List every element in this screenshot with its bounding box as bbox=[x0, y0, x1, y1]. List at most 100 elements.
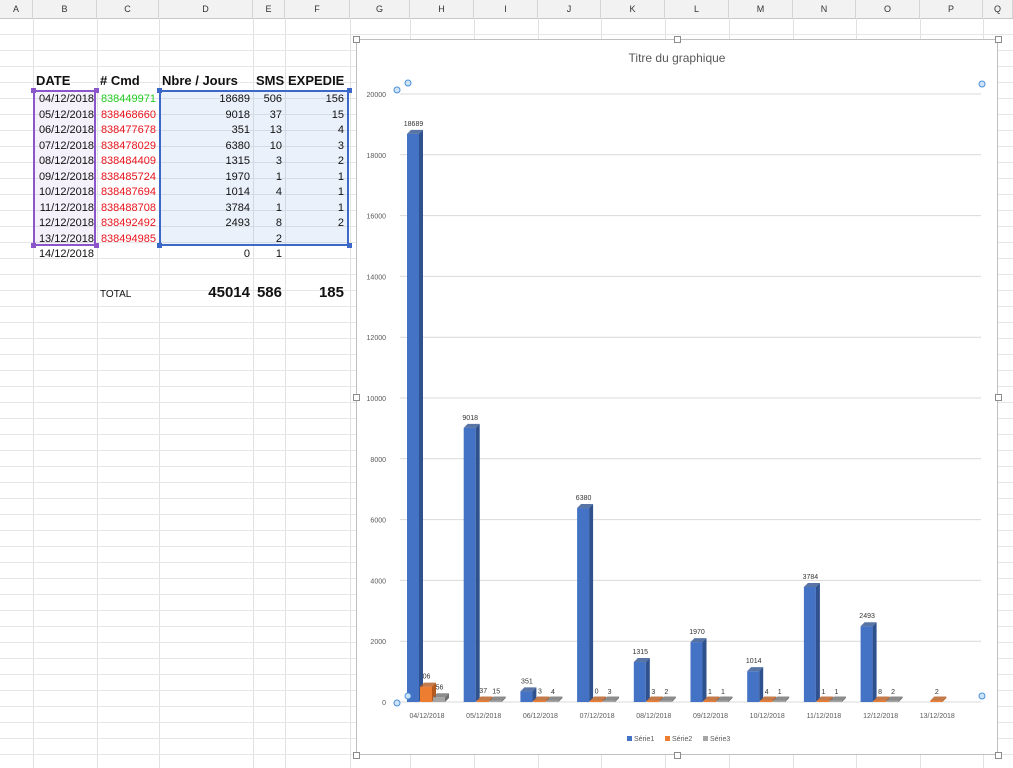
bar-série3[interactable] bbox=[716, 700, 729, 703]
cell-date[interactable]: 11/12/2018 bbox=[33, 200, 97, 216]
selection-handle[interactable] bbox=[31, 243, 36, 248]
cell-expedie[interactable] bbox=[285, 231, 347, 247]
chart-resize-handle[interactable] bbox=[995, 36, 1002, 43]
header-nbre-jours[interactable]: Nbre / Jours bbox=[159, 73, 256, 89]
column-header-f[interactable]: F bbox=[285, 0, 350, 18]
bar-série1[interactable] bbox=[633, 662, 646, 702]
total-label[interactable]: TOTAL bbox=[97, 286, 159, 304]
cell-sms[interactable]: 1 bbox=[253, 246, 285, 262]
total-expedie[interactable]: 185 bbox=[285, 283, 347, 303]
chart-resize-handle[interactable] bbox=[674, 36, 681, 43]
bar-série1[interactable] bbox=[690, 642, 703, 702]
bar-série3[interactable] bbox=[659, 700, 672, 703]
cell-expedie[interactable]: 4 bbox=[285, 122, 347, 138]
header-cmd[interactable]: # Cmd bbox=[97, 73, 159, 89]
selection-handle[interactable] bbox=[347, 88, 352, 93]
cell-cmd[interactable]: 838477678 bbox=[97, 122, 159, 138]
cell-expedie[interactable] bbox=[285, 246, 347, 262]
cell-expedie[interactable]: 1 bbox=[285, 200, 347, 216]
bar-série1[interactable] bbox=[463, 427, 476, 702]
bar-série2[interactable] bbox=[816, 700, 829, 703]
cell-expedie[interactable]: 2 bbox=[285, 153, 347, 169]
column-header-m[interactable]: M bbox=[729, 0, 793, 18]
cell-expedie[interactable]: 15 bbox=[285, 107, 347, 123]
cell-date[interactable]: 04/12/2018 bbox=[33, 91, 97, 107]
selection-handle[interactable] bbox=[31, 88, 36, 93]
column-header-o[interactable]: O bbox=[856, 0, 920, 18]
cell-sms[interactable]: 8 bbox=[253, 215, 285, 231]
chart-resize-handle[interactable] bbox=[995, 752, 1002, 759]
chart-title[interactable]: Titre du graphique bbox=[629, 51, 726, 65]
column-header-i[interactable]: I bbox=[474, 0, 538, 18]
bar-série2[interactable] bbox=[476, 700, 489, 703]
chart-resize-handle[interactable] bbox=[353, 752, 360, 759]
bar-série2[interactable] bbox=[873, 700, 886, 703]
cell-cmd[interactable]: 838478029 bbox=[97, 138, 159, 154]
cell-nbre[interactable]: 351 bbox=[159, 122, 253, 138]
cell-expedie[interactable]: 1 bbox=[285, 184, 347, 200]
plot-area-handle[interactable] bbox=[404, 79, 412, 87]
bar-série2[interactable] bbox=[760, 700, 773, 703]
cell-cmd[interactable]: 838492492 bbox=[97, 215, 159, 231]
cell-sms[interactable]: 4 bbox=[253, 184, 285, 200]
cell-date[interactable]: 05/12/2018 bbox=[33, 107, 97, 123]
cell-nbre[interactable]: 18689 bbox=[159, 91, 253, 107]
column-header-p[interactable]: P bbox=[920, 0, 983, 18]
bar-série3[interactable] bbox=[546, 700, 559, 703]
cell-nbre[interactable]: 1970 bbox=[159, 169, 253, 185]
cell-sms[interactable]: 3 bbox=[253, 153, 285, 169]
bar-série3[interactable] bbox=[603, 700, 616, 703]
header-expedie[interactable]: EXPEDIE bbox=[285, 73, 351, 89]
column-header-e[interactable]: E bbox=[253, 0, 285, 18]
spreadsheet[interactable]: ABCDEFGHIJKLMNOPQ DATE # Cmd Nbre / Jour… bbox=[0, 0, 1013, 768]
legend-entry[interactable]: Série3 bbox=[710, 736, 730, 743]
cell-nbre[interactable]: 9018 bbox=[159, 107, 253, 123]
bar-série3[interactable] bbox=[433, 697, 445, 702]
cell-nbre[interactable]: 1315 bbox=[159, 153, 253, 169]
bar-série1[interactable] bbox=[803, 586, 816, 702]
cell-date[interactable]: 09/12/2018 bbox=[33, 169, 97, 185]
bar-série3[interactable] bbox=[489, 700, 502, 703]
bar-série3[interactable] bbox=[886, 700, 899, 703]
cell-expedie[interactable]: 1 bbox=[285, 169, 347, 185]
bar-série2[interactable] bbox=[420, 686, 432, 702]
cell-cmd[interactable]: 838487694 bbox=[97, 184, 159, 200]
cell-nbre[interactable]: 3784 bbox=[159, 200, 253, 216]
bar-série2[interactable] bbox=[646, 700, 659, 703]
chart-resize-handle[interactable] bbox=[995, 394, 1002, 401]
chart-resize-handle[interactable] bbox=[674, 752, 681, 759]
cell-cmd[interactable]: 838494985 bbox=[97, 231, 159, 247]
cell-date[interactable]: 13/12/2018 bbox=[33, 231, 97, 247]
cell-sms[interactable]: 13 bbox=[253, 122, 285, 138]
total-sms[interactable]: 586 bbox=[244, 283, 285, 303]
cell-date[interactable]: 10/12/2018 bbox=[33, 184, 97, 200]
selection-handle[interactable] bbox=[94, 243, 99, 248]
column-header-c[interactable]: C bbox=[97, 0, 159, 18]
cell-cmd[interactable]: 838488708 bbox=[97, 200, 159, 216]
column-header-q[interactable]: Q bbox=[983, 0, 1013, 18]
cell-expedie[interactable]: 156 bbox=[285, 91, 347, 107]
cell-date[interactable]: 08/12/2018 bbox=[33, 153, 97, 169]
selection-handle[interactable] bbox=[157, 243, 162, 248]
column-header-g[interactable]: G bbox=[350, 0, 410, 18]
bar-série2[interactable] bbox=[930, 700, 943, 703]
bar-série1[interactable] bbox=[407, 133, 419, 703]
chart-resize-handle[interactable] bbox=[353, 36, 360, 43]
column-header-h[interactable]: H bbox=[410, 0, 474, 18]
column-header-k[interactable]: K bbox=[601, 0, 665, 18]
bar-série3[interactable] bbox=[829, 700, 842, 703]
legend-entry[interactable]: Série1 bbox=[634, 736, 654, 743]
chart-resize-handle[interactable] bbox=[353, 394, 360, 401]
bar-série1[interactable] bbox=[520, 691, 533, 702]
cell-date[interactable]: 07/12/2018 bbox=[33, 138, 97, 154]
cell-sms[interactable]: 10 bbox=[253, 138, 285, 154]
cell-sms[interactable]: 1 bbox=[253, 200, 285, 216]
cell-cmd[interactable] bbox=[97, 246, 159, 262]
cell-date[interactable]: 06/12/2018 bbox=[33, 122, 97, 138]
cell-cmd[interactable]: 838468660 bbox=[97, 107, 159, 123]
selection-handle[interactable] bbox=[347, 243, 352, 248]
cell-cmd[interactable]: 838485724 bbox=[97, 169, 159, 185]
column-header-d[interactable]: D bbox=[159, 0, 253, 18]
plot-area-handle[interactable] bbox=[978, 692, 986, 700]
column-header-l[interactable]: L bbox=[665, 0, 729, 18]
